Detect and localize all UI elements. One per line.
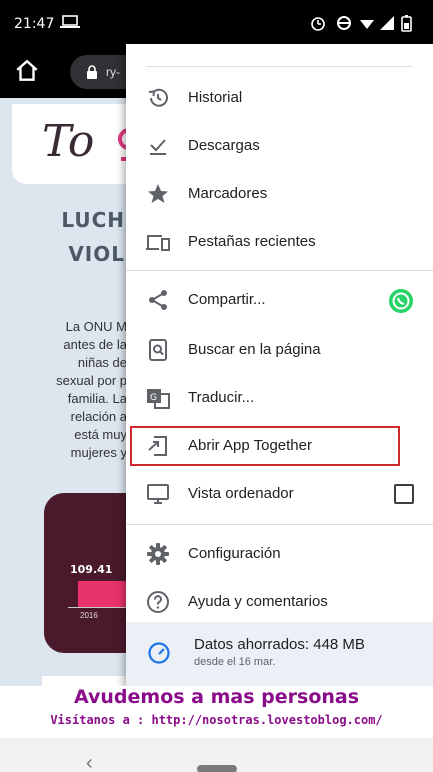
menu-item-desktop-site[interactable]: Vista ordenador <box>126 470 433 518</box>
body-text-line: sexual por p <box>56 373 127 388</box>
promo-banner: Avudemos a mas personas Visítanos a : ht… <box>0 686 433 738</box>
menu-item-find-in-page[interactable]: Buscar en la página <box>126 326 433 374</box>
body-text-line: La ONU M <box>65 319 127 334</box>
body-text-line: está muy <box>74 427 127 442</box>
menu-item-share[interactable]: Compartir... <box>126 276 433 324</box>
status-bar: 21:47 <box>0 0 433 46</box>
menu-item-bookmarks[interactable]: Marcadores <box>126 170 433 218</box>
overflow-menu: Historial Descargas Marcadores Pestañas … <box>126 44 433 686</box>
data-saver-icon <box>337 16 351 30</box>
desktop-icon <box>147 484 169 504</box>
menu-top-divider <box>146 66 413 67</box>
data-saver-summary[interactable]: Datos ahorrados: 448 MB desde el 16 mar. <box>126 622 433 686</box>
page-heading-line: LUCH <box>61 208 125 232</box>
share-icon <box>149 290 167 310</box>
body-text-line: mujeres y <box>70 445 127 460</box>
menu-item-label: Ayuda y comentarios <box>188 593 328 610</box>
menu-item-help[interactable]: Ayuda y comentarios <box>126 578 433 626</box>
back-chevron-icon[interactable]: ‹ <box>86 752 93 772</box>
menu-item-label: Compartir... <box>188 291 266 308</box>
menu-item-settings[interactable]: Configuración <box>126 530 433 578</box>
home-pill[interactable] <box>197 765 237 772</box>
menu-item-downloads[interactable]: Descargas <box>126 122 433 170</box>
desktop-site-checkbox[interactable] <box>394 484 414 504</box>
status-icons <box>311 15 412 32</box>
menu-item-history[interactable]: Historial <box>126 74 433 122</box>
battery-icon <box>401 15 412 32</box>
menu-divider <box>126 524 433 525</box>
menu-item-label: Configuración <box>188 545 281 562</box>
svg-text:G: G <box>150 393 157 403</box>
speedometer-icon <box>148 642 170 664</box>
status-time: 21:47 <box>14 16 55 32</box>
menu-item-label: Marcadores <box>188 185 268 202</box>
signal-icon <box>380 16 394 30</box>
body-text-line: familia. La <box>67 391 127 406</box>
download-icon <box>150 139 166 155</box>
menu-item-label: Traducir... <box>188 389 255 406</box>
menu-item-translate[interactable]: G Traducir... <box>126 374 433 422</box>
highlight-annotation-box <box>130 426 400 466</box>
history-icon <box>148 88 168 107</box>
page-heading-line: VIOL <box>68 242 125 266</box>
wifi-icon <box>360 20 374 29</box>
body-text-line: antes de la <box>63 337 127 352</box>
promo-title: Avudemos a mas personas <box>73 686 360 708</box>
promo-url-text[interactable]: Visítanos a : http://nosotras.lovestoblo… <box>0 713 433 727</box>
menu-divider <box>126 270 433 271</box>
chart-year-label: 2016 <box>80 611 98 620</box>
laptop-icon <box>60 15 80 28</box>
star-icon <box>148 184 168 203</box>
gear-icon <box>147 543 169 565</box>
chart-value-label: 109.41 <box>70 563 113 576</box>
find-in-page-icon <box>149 339 167 361</box>
url-text: ry- <box>106 65 120 79</box>
body-text-line: niñas de <box>77 355 127 370</box>
translate-icon: G <box>147 389 170 409</box>
body-text-line: relación a <box>70 409 127 424</box>
whatsapp-icon[interactable] <box>388 288 414 314</box>
menu-item-recent-tabs[interactable]: Pestañas recientes <box>126 218 433 266</box>
logo-text: To <box>42 116 95 167</box>
recent-tabs-icon <box>146 235 170 251</box>
help-icon <box>147 591 169 613</box>
data-saved-title: Datos ahorrados: 448 MB <box>194 636 365 653</box>
menu-item-label: Pestañas recientes <box>188 233 316 250</box>
menu-item-label: Buscar en la página <box>188 341 321 358</box>
menu-item-label: Vista ordenador <box>188 485 294 502</box>
alarm-icon <box>311 17 325 31</box>
menu-item-label: Historial <box>188 89 243 106</box>
data-saved-subtitle: desde el 16 mar. <box>194 656 276 668</box>
menu-item-label: Descargas <box>188 137 260 154</box>
system-nav-bar: ‹ <box>0 738 433 772</box>
home-icon[interactable] <box>14 58 40 84</box>
lock-icon <box>87 65 97 79</box>
